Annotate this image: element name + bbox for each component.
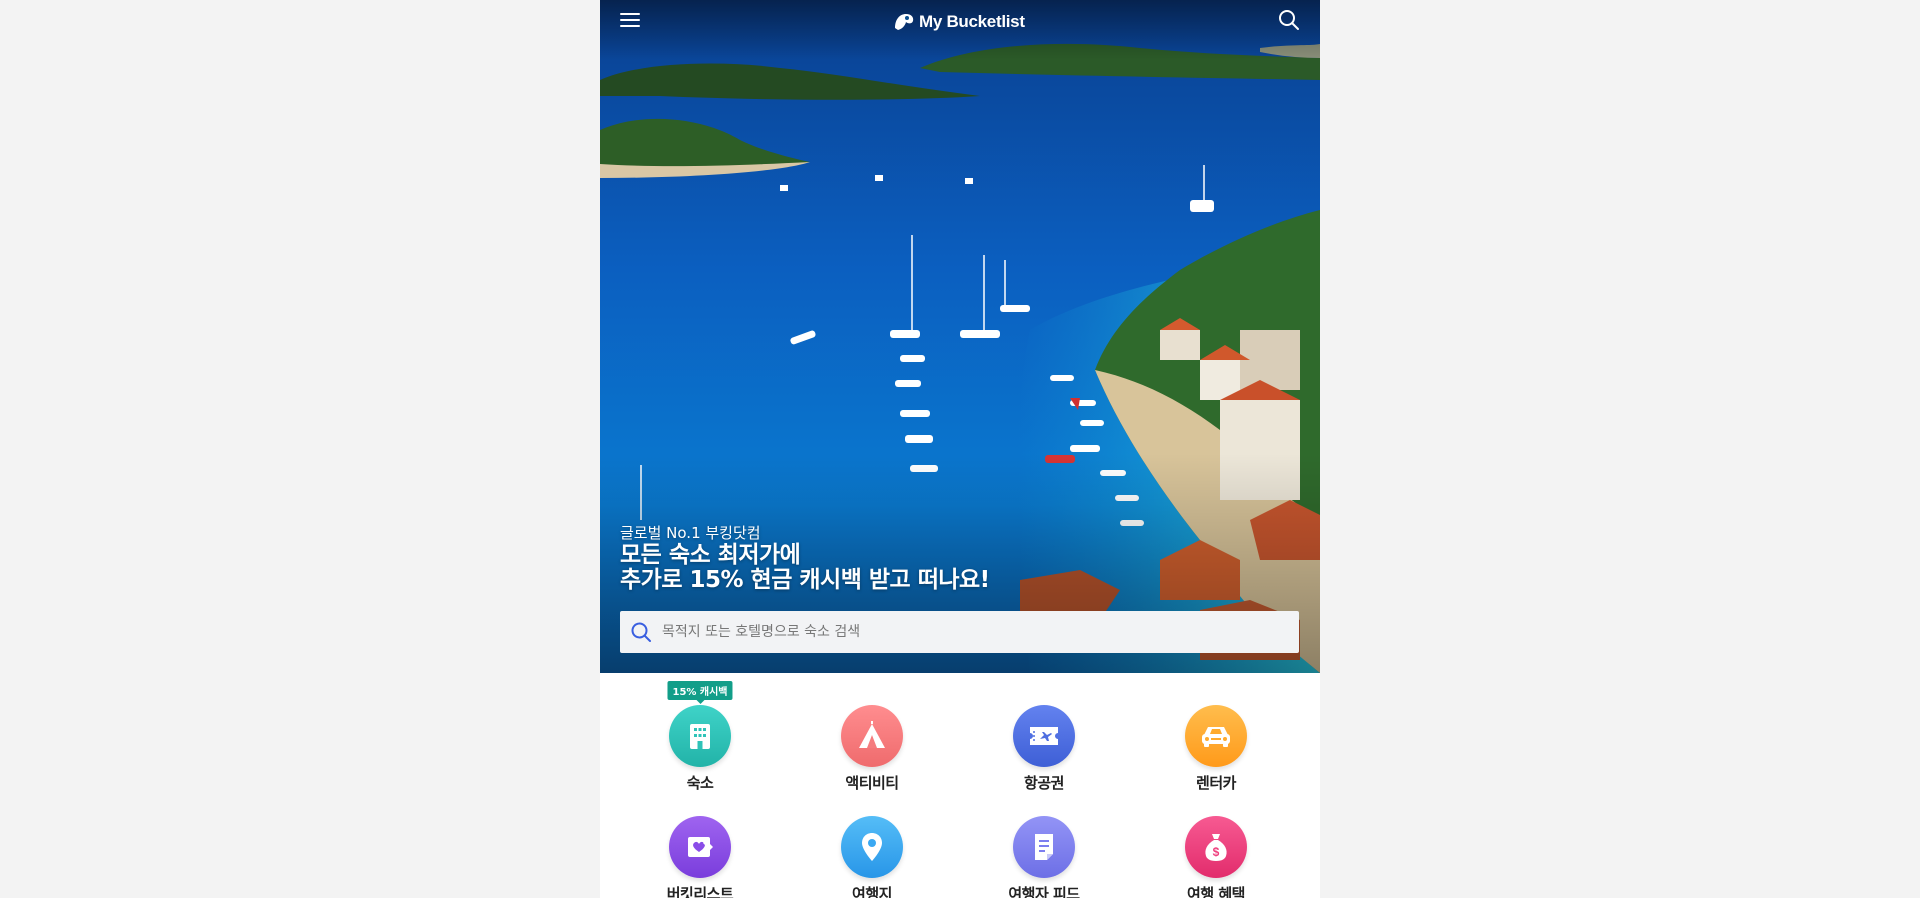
category-traveler-feed[interactable]: 여행자 피드 bbox=[984, 816, 1104, 898]
logo-text: My Bucketlist bbox=[919, 12, 1025, 31]
category-label: 여행자 피드 bbox=[1008, 885, 1080, 898]
category-grid: 15% 캐시백 숙소 액티비티 항공권 렌터카 버킷리스트 여행지 여행자 피드… bbox=[600, 673, 1320, 898]
hotel-icon bbox=[690, 724, 710, 749]
cashback-badge: 15% 캐시백 bbox=[667, 681, 733, 704]
plane-ticket-icon bbox=[1030, 727, 1058, 745]
hero-banner: My Bucketlist 글로벌 No.1 부킹닷컴 모든 숙소 최저가에 추… bbox=[600, 0, 1320, 673]
category-label: 여행 혜택 bbox=[1187, 885, 1245, 898]
category-label: 항공권 bbox=[1024, 774, 1064, 792]
hero-title-line2: 추가로 15% 현금 캐시백 받고 떠나요! bbox=[620, 567, 990, 593]
car-icon bbox=[1202, 727, 1230, 747]
logo[interactable]: My Bucketlist bbox=[893, 10, 1025, 34]
category-rental-car[interactable]: 렌터카 bbox=[1156, 705, 1276, 793]
category-flights[interactable]: 항공권 bbox=[984, 705, 1104, 793]
tent-icon bbox=[859, 721, 885, 748]
accommodation-search-bar[interactable] bbox=[620, 611, 1299, 653]
document-icon bbox=[1035, 834, 1053, 860]
category-destinations[interactable]: 여행지 bbox=[812, 816, 932, 898]
search-input[interactable] bbox=[660, 623, 1299, 641]
category-label: 버킷리스트 bbox=[666, 885, 734, 898]
heart-note-icon bbox=[688, 837, 713, 857]
category-label: 렌터카 bbox=[1196, 774, 1236, 792]
category-label: 숙소 bbox=[686, 774, 714, 792]
category-travel-benefits[interactable]: $ 여행 혜택 bbox=[1156, 816, 1276, 898]
map-pin-icon bbox=[862, 833, 882, 861]
category-activity[interactable]: 액티비티 bbox=[812, 705, 932, 793]
hero-title-line1: 모든 숙소 최저가에 bbox=[620, 542, 801, 568]
money-bag-icon: $ bbox=[1205, 834, 1227, 861]
category-bucketlist[interactable]: 버킷리스트 bbox=[640, 816, 760, 898]
category-accommodation[interactable]: 15% 캐시백 숙소 bbox=[640, 681, 760, 793]
search-icon bbox=[631, 622, 651, 642]
hero-text: 글로벌 No.1 부킹닷컴 모든 숙소 최저가에 추가로 15% 현금 캐시백 … bbox=[620, 523, 990, 593]
app-container: My Bucketlist 글로벌 No.1 부킹닷컴 모든 숙소 최저가에 추… bbox=[600, 0, 1320, 898]
category-label: 여행지 bbox=[852, 885, 892, 898]
svg-text:$: $ bbox=[1213, 845, 1220, 859]
category-label: 액티비티 bbox=[845, 774, 899, 792]
hero-subtitle: 글로벌 No.1 부킹닷컴 bbox=[620, 524, 761, 542]
search-icon[interactable] bbox=[1278, 9, 1300, 31]
logo-icon bbox=[895, 14, 914, 30]
hamburger-menu-icon[interactable] bbox=[620, 9, 642, 31]
